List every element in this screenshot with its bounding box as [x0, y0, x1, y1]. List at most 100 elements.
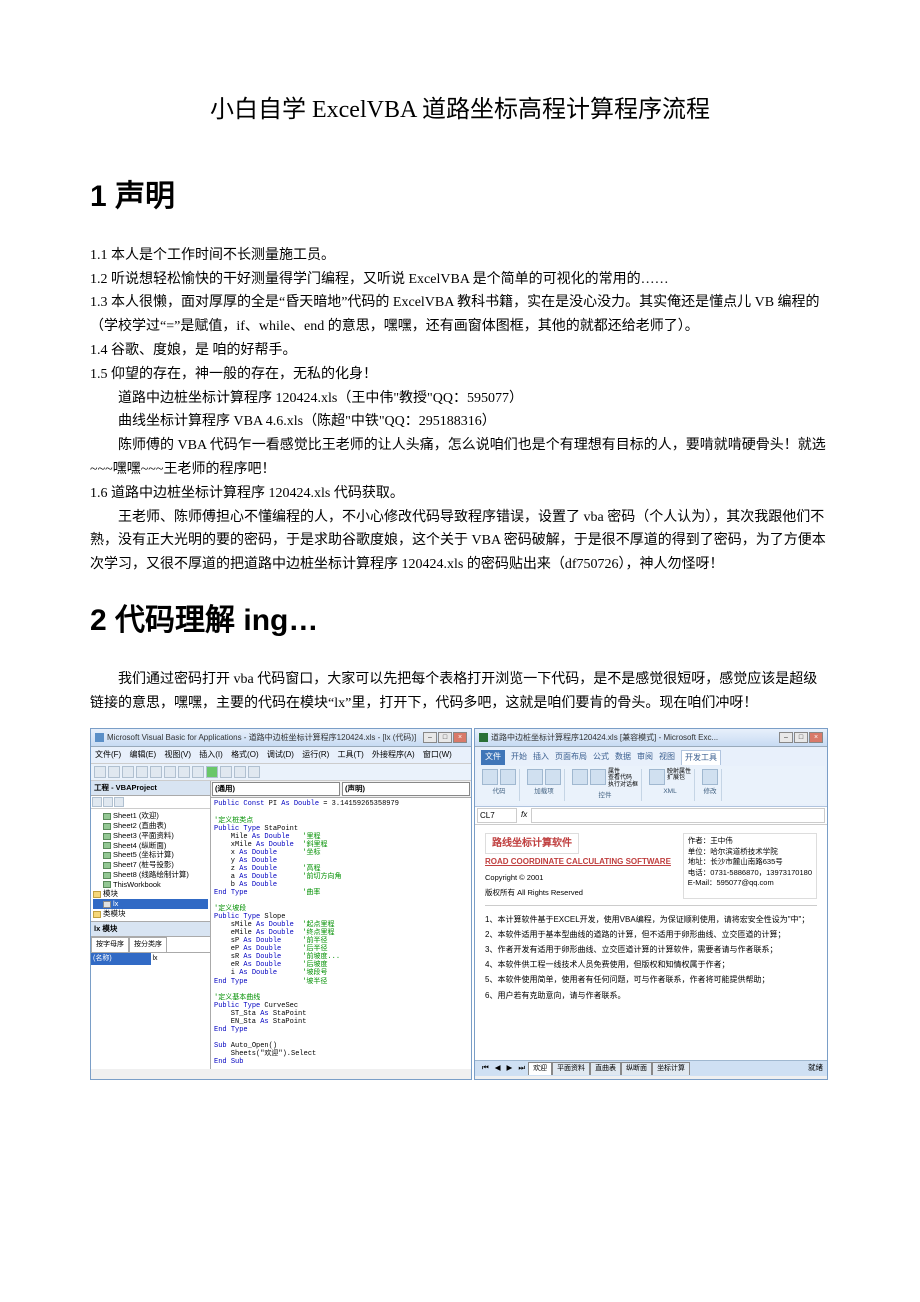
menu-addins[interactable]: 外接程序(A) [372, 750, 415, 759]
toolbar-run-icon[interactable] [206, 766, 218, 778]
minimize-button[interactable]: – [423, 732, 437, 743]
toolbar-view-excel-icon[interactable] [94, 766, 106, 778]
sheet-nav-first-icon[interactable]: ⏮ [479, 1062, 492, 1075]
ribbon-group-code: 代码 [479, 769, 520, 801]
tree-sheet1[interactable]: Sheet1 (欢迎) [93, 811, 208, 821]
formula-input[interactable] [531, 808, 825, 824]
code-editor[interactable]: Public Const PI As Double = 3.1415926535… [211, 798, 471, 1068]
tab-home[interactable]: 开始 [511, 750, 527, 765]
props-tab-category[interactable]: 按分类序 [129, 937, 167, 952]
name-box[interactable]: CL7 [477, 808, 517, 824]
menu-window[interactable]: 窗口(W) [423, 750, 452, 759]
author-address: 地址：长沙市麓山南路635号 [688, 857, 812, 868]
toolbar-find-icon[interactable] [164, 766, 176, 778]
tab-view[interactable]: 视图 [659, 750, 675, 765]
tree-modules-folder[interactable]: 模块 [93, 889, 208, 899]
sheet-nav-prev-icon[interactable]: ◀ [492, 1062, 504, 1075]
menu-file[interactable]: 文件(F) [95, 750, 121, 759]
tab-data[interactable]: 数据 [615, 750, 631, 765]
menu-tools[interactable]: 工具(T) [338, 750, 364, 759]
view-object-icon[interactable] [103, 797, 113, 807]
prop-name-value[interactable]: lx [151, 953, 211, 965]
toolbar-design-icon[interactable] [248, 766, 260, 778]
object-dropdown[interactable]: (通用) [212, 782, 340, 797]
props-tab-alpha[interactable]: 按字母序 [91, 937, 129, 952]
toolbar-redo-icon[interactable] [192, 766, 204, 778]
design-mode-button[interactable] [590, 769, 606, 785]
para-1-5c: 陈师傅的 VBA 代码乍一看感觉比王老师的让人头痛，怎么说咱们也是个有理想有目标… [90, 434, 830, 482]
menu-view[interactable]: 视图(V) [164, 750, 191, 759]
maximize-button[interactable]: □ [438, 732, 452, 743]
menu-format[interactable]: 格式(O) [231, 750, 259, 759]
sheet-tab-welcome[interactable]: 欢迎 [528, 1062, 552, 1075]
tree-sheet7[interactable]: Sheet7 (桩号投影) [93, 860, 208, 870]
sheet-icon [103, 881, 111, 888]
sheet-nav-next-icon[interactable]: ▶ [504, 1062, 516, 1075]
document-title: 小白自学 ExcelVBA 道路坐标高程计算程序流程 [90, 90, 830, 131]
toolbar-reset-icon[interactable] [234, 766, 246, 778]
visual-basic-button[interactable] [482, 769, 498, 785]
tree-sheet3[interactable]: Sheet3 (平面资料) [93, 831, 208, 841]
sheet-tab-curve[interactable]: 直曲表 [590, 1062, 621, 1075]
notes-list: 1、本计算软件基于EXCEL开发，使用VBA编程，为保证顺利使用，请将宏安全性设… [485, 912, 817, 1003]
note-4: 4、本软件供工程一线技术人员免费使用，但版权和知情权属于作者； [485, 957, 817, 972]
close-button[interactable]: × [809, 732, 823, 743]
macros-button[interactable] [500, 769, 516, 785]
formula-bar: CL7 fx [475, 807, 827, 826]
tree-sheet5[interactable]: Sheet5 (坐标计算) [93, 850, 208, 860]
menu-insert[interactable]: 插入(I) [199, 750, 223, 759]
note-6: 6、用户若有克助意向，请与作者联系。 [485, 988, 817, 1003]
fx-icon[interactable]: fx [517, 808, 531, 824]
author-phone: 电话：0731-5886870，13973170180 [688, 868, 812, 879]
sheet-tab-profile[interactable]: 纵断面 [621, 1062, 652, 1075]
vbe-app-icon [95, 733, 104, 742]
para-1-5b: 曲线坐标计算程序 VBA 4.6.xls（陈超"中铁"QQ：295188316） [90, 410, 830, 434]
addins-button[interactable] [527, 769, 543, 785]
sheet-tab-coord[interactable]: 坐标计算 [652, 1062, 690, 1075]
screenshot-container: Microsoft Visual Basic for Applications … [90, 728, 830, 1080]
toolbar-copy-icon[interactable] [136, 766, 148, 778]
tree-sheet2[interactable]: Sheet2 (直曲表) [93, 821, 208, 831]
tab-developer[interactable]: 开发工具 [681, 750, 721, 765]
toggle-folders-icon[interactable] [114, 797, 124, 807]
author-email: E-Mail：595077@qq.com [688, 878, 812, 889]
tree-module-lx[interactable]: lx [93, 899, 208, 909]
menu-run[interactable]: 运行(R) [302, 750, 329, 759]
tab-pagelayout[interactable]: 页面布局 [555, 750, 587, 765]
procedure-dropdown[interactable]: (声明) [342, 782, 470, 797]
com-addins-button[interactable] [545, 769, 561, 785]
close-button[interactable]: × [453, 732, 467, 743]
view-code-button[interactable]: 查看代码 [608, 775, 638, 782]
tab-insert[interactable]: 插入 [533, 750, 549, 765]
toolbar-undo-icon[interactable] [178, 766, 190, 778]
minimize-button[interactable]: – [779, 732, 793, 743]
ribbon-group-xml: 映射属性 扩展包 XML [646, 769, 695, 801]
sheet-icon [103, 813, 111, 820]
menu-debug[interactable]: 调试(D) [267, 750, 294, 759]
para-1-5: 1.5 仰望的存在，神一般的存在，无私的化身！ [90, 363, 830, 387]
document-panel-button[interactable] [702, 769, 718, 785]
insert-control-button[interactable] [572, 769, 588, 785]
author-info: 作者：王中伟 单位：哈尔滨道桥技术学院 地址：长沙市麓山南路635号 电话：07… [683, 833, 817, 899]
toolbar-break-icon[interactable] [220, 766, 232, 778]
sheet-tab-plane[interactable]: 平面资料 [552, 1062, 590, 1075]
tree-sheet8[interactable]: Sheet8 (线路绘制计算) [93, 870, 208, 880]
view-code-icon[interactable] [92, 797, 102, 807]
toolbar-cut-icon[interactable] [122, 766, 134, 778]
sheet-nav-last-icon[interactable]: ⏭ [515, 1062, 528, 1075]
expansion-button[interactable]: 扩展包 [667, 775, 691, 782]
toolbar-save-icon[interactable] [108, 766, 120, 778]
maximize-button[interactable]: □ [794, 732, 808, 743]
xml-source-button[interactable] [649, 769, 665, 785]
excel-app-icon [479, 733, 488, 742]
tab-review[interactable]: 审阅 [637, 750, 653, 765]
menu-edit[interactable]: 编辑(E) [129, 750, 156, 759]
tab-formulas[interactable]: 公式 [593, 750, 609, 765]
vbe-title-text: Microsoft Visual Basic for Applications … [107, 731, 416, 745]
tree-class-folder[interactable]: 类模块 [93, 909, 208, 919]
sheet-icon [103, 842, 111, 849]
tab-file[interactable]: 文件 [481, 750, 505, 765]
para-1-3: 1.3 本人很懒，面对厚厚的全是“昏天暗地”代码的 ExcelVBA 教科书籍，… [90, 291, 830, 339]
run-dialog-button[interactable]: 执行对话框 [608, 782, 638, 789]
toolbar-paste-icon[interactable] [150, 766, 162, 778]
